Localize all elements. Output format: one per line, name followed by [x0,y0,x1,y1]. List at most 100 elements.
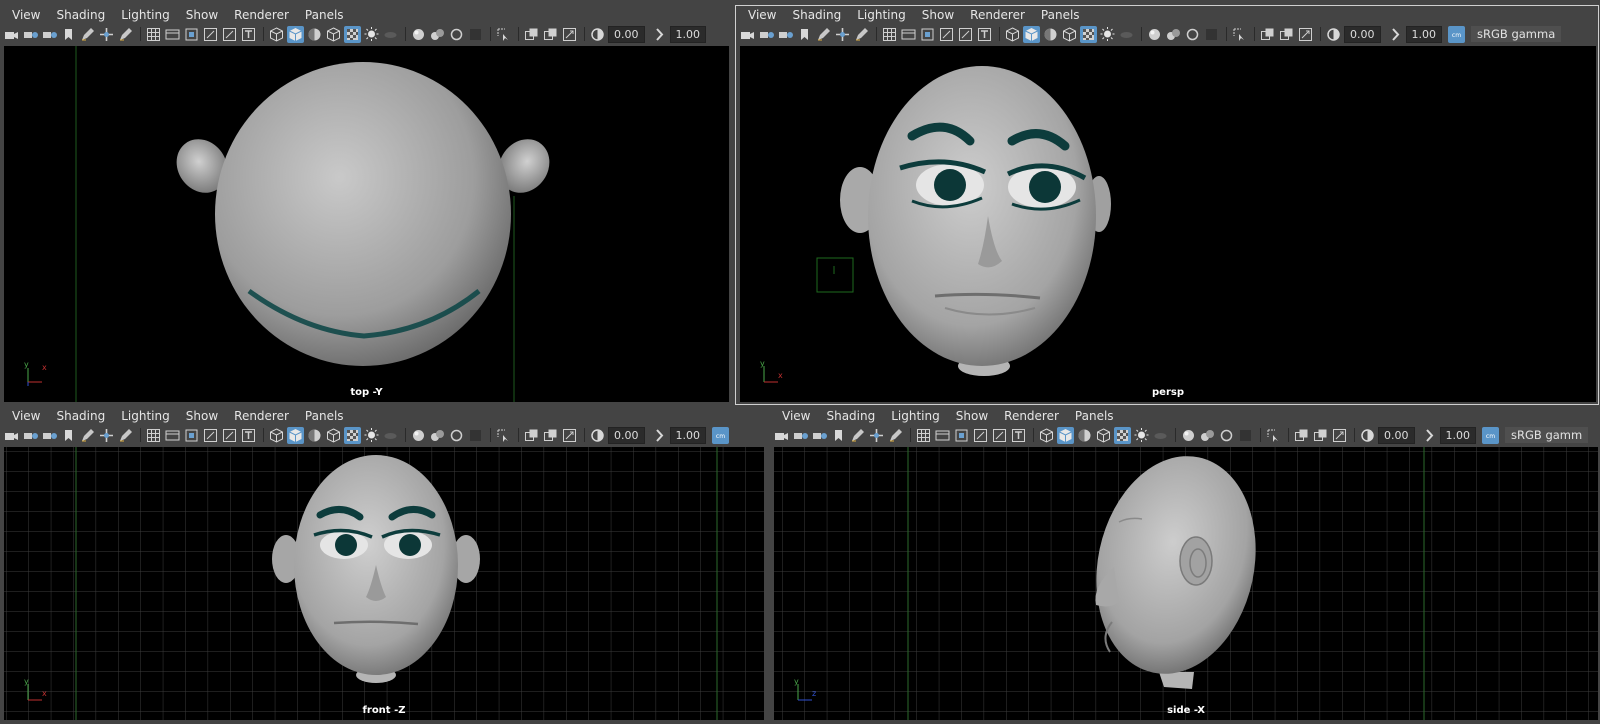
gamma-icon[interactable] [651,427,668,444]
panel-front[interactable]: View Shading Lighting Show Renderer Pane… [0,407,766,722]
xray-icon[interactable] [1293,427,1310,444]
ssao-icon[interactable] [410,26,427,43]
textured-icon[interactable] [344,25,361,43]
2d-pan-icon[interactable] [853,26,870,43]
resolution-gate-icon[interactable] [953,427,970,444]
field-chart-icon[interactable] [221,26,238,43]
menu-view[interactable]: View [4,409,48,423]
grid-icon[interactable] [915,427,932,444]
bookmark-icon[interactable] [796,26,813,43]
gamma-icon[interactable] [651,26,668,43]
menu-panels[interactable]: Panels [297,8,352,22]
panel-persp[interactable]: View Shading Lighting Show Renderer Pane… [735,5,1599,405]
default-material-icon[interactable] [325,26,342,43]
xray-icon[interactable] [523,26,540,43]
motion-blur-icon[interactable] [429,26,446,43]
xray-active-icon[interactable] [1278,26,1295,43]
2d-pan-icon[interactable] [117,26,134,43]
menu-renderer[interactable]: Renderer [226,409,297,423]
camera-icon[interactable] [3,26,20,43]
wireframe-icon[interactable] [1038,427,1055,444]
exposure-icon[interactable] [1359,427,1376,444]
safe-action-icon[interactable] [1010,427,1027,444]
wireframe-icon[interactable] [1004,26,1021,43]
menu-show[interactable]: Show [914,8,962,22]
menu-panels[interactable]: Panels [1033,8,1088,22]
film-gate-icon[interactable] [900,26,917,43]
camera-icon[interactable] [739,26,756,43]
xray-joints-icon[interactable] [561,427,578,444]
pan-zoom-icon[interactable] [98,427,115,444]
depth-of-field-icon[interactable] [1237,427,1254,444]
gate-mask-icon[interactable] [938,26,955,43]
camera-attr-icon[interactable] [792,427,809,444]
pan-zoom-icon[interactable] [868,427,885,444]
bookmark-icon[interactable] [60,26,77,43]
2d-pan-icon[interactable] [887,427,904,444]
pan-zoom-icon[interactable] [98,26,115,43]
shade-wireframe-icon[interactable] [1076,427,1093,444]
isolate-icon[interactable] [495,26,512,43]
isolate-icon[interactable] [1265,427,1282,444]
menu-show[interactable]: Show [178,409,226,423]
shadows-icon[interactable] [1152,427,1169,444]
camera-lock-icon[interactable] [777,26,794,43]
wireframe-icon[interactable] [268,427,285,444]
xray-joints-icon[interactable] [1331,427,1348,444]
menu-view[interactable]: View [4,8,48,22]
exposure-icon[interactable] [589,427,606,444]
panel-side[interactable]: View Shading Lighting Show Renderer Pane… [770,407,1600,722]
shade-wireframe-icon[interactable] [1042,26,1059,43]
depth-of-field-icon[interactable] [467,26,484,43]
film-gate-icon[interactable] [164,26,181,43]
film-gate-icon[interactable] [164,427,181,444]
colorspace-dropdown[interactable]: sRGB gamma [1471,26,1562,42]
grease-pencil-icon[interactable] [815,26,832,43]
menu-renderer[interactable]: Renderer [226,8,297,22]
panel-top[interactable]: View Shading Lighting Show Renderer Pane… [0,6,731,404]
gate-mask-icon[interactable] [202,427,219,444]
menu-panels[interactable]: Panels [297,409,352,423]
depth-of-field-icon[interactable] [467,427,484,444]
camera-lock-icon[interactable] [41,26,58,43]
2d-pan-icon[interactable] [117,427,134,444]
gamma-field[interactable]: 1.00 [1439,426,1476,444]
smooth-shade-icon[interactable] [1057,426,1074,444]
camera-attr-icon[interactable] [22,26,39,43]
grid-icon[interactable] [145,26,162,43]
film-gate-icon[interactable] [934,427,951,444]
camera-lock-icon[interactable] [811,427,828,444]
grid-icon[interactable] [145,427,162,444]
exposure-icon[interactable] [1325,26,1342,43]
field-chart-icon[interactable] [957,26,974,43]
menu-renderer[interactable]: Renderer [996,409,1067,423]
antialias-icon[interactable] [1184,26,1201,43]
exposure-field[interactable]: 0.00 [608,25,645,43]
resolution-gate-icon[interactable] [183,427,200,444]
shade-wireframe-icon[interactable] [306,26,323,43]
camera-icon[interactable] [3,427,20,444]
shadows-icon[interactable] [382,26,399,43]
smooth-shade-icon[interactable] [287,426,304,444]
grid-icon[interactable] [881,26,898,43]
isolate-icon[interactable] [495,427,512,444]
isolate-icon[interactable] [1231,26,1248,43]
textured-icon[interactable] [1114,426,1131,444]
safe-action-icon[interactable] [976,26,993,43]
resolution-gate-icon[interactable] [919,26,936,43]
depth-of-field-icon[interactable] [1203,26,1220,43]
light-icon[interactable] [363,26,380,43]
ssao-icon[interactable] [1180,427,1197,444]
menu-show[interactable]: Show [948,409,996,423]
exposure-field[interactable]: 0.00 [608,426,645,444]
gamma-icon[interactable] [1387,26,1404,43]
light-icon[interactable] [1099,26,1116,43]
menu-lighting[interactable]: Lighting [113,8,178,22]
gamma-field[interactable]: 1.00 [1405,25,1442,43]
smooth-shade-icon[interactable] [1023,25,1040,43]
gamma-field[interactable]: 1.00 [669,426,706,444]
motion-blur-icon[interactable] [1165,26,1182,43]
motion-blur-icon[interactable] [1199,427,1216,444]
field-chart-icon[interactable] [221,427,238,444]
field-chart-icon[interactable] [991,427,1008,444]
